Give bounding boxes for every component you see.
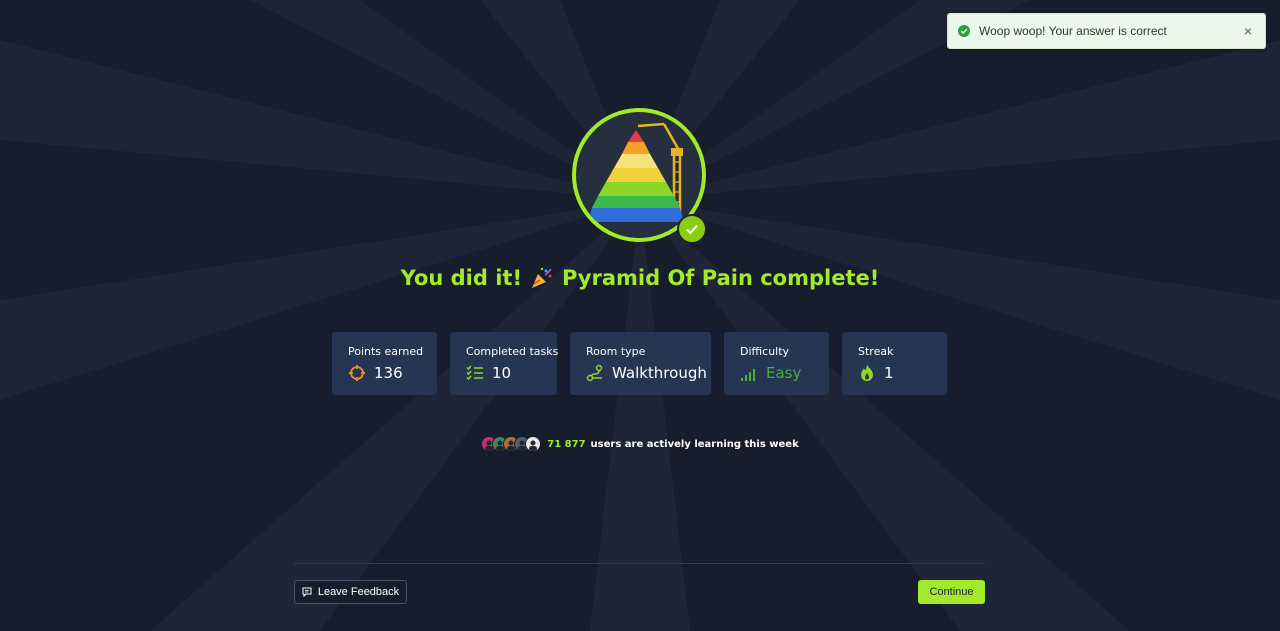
message-icon	[302, 587, 312, 597]
headline-suffix: Pyramid Of Pain complete!	[562, 266, 880, 290]
flame-icon	[858, 364, 876, 382]
complete-check-icon	[677, 214, 707, 244]
toast-message: Woop woop! Your answer is correct	[979, 24, 1167, 38]
stat-value: Walkthrough	[612, 364, 707, 382]
avatar	[525, 436, 542, 452]
signal-bars-icon	[740, 364, 758, 382]
stat-label: Streak	[858, 345, 894, 358]
stat-label: Difficulty	[740, 345, 790, 358]
stat-completed-tasks: Completed tasks 10	[450, 332, 559, 395]
stat-difficulty: Difficulty Easy	[724, 332, 829, 395]
stat-points-earned: Points earned 136	[332, 332, 437, 395]
crosshair-icon	[348, 364, 366, 382]
route-icon	[586, 364, 604, 382]
stat-label: Completed tasks	[466, 345, 559, 358]
stat-value: Easy	[766, 364, 802, 382]
stat-label: Room type	[586, 345, 646, 358]
stat-streak: Streak 1	[842, 332, 947, 395]
stat-value: 10	[492, 364, 512, 382]
active-users-count: 71 877	[547, 438, 586, 450]
checklist-icon	[466, 364, 484, 382]
footer-divider	[294, 563, 985, 564]
avatar-group	[481, 436, 542, 452]
success-toast: Woop woop! Your answer is correct ×	[947, 13, 1266, 49]
headline-prefix: You did it!	[400, 266, 523, 290]
leave-feedback-button[interactable]: Leave Feedback	[294, 580, 407, 604]
stat-value: 1	[884, 364, 894, 382]
party-popper-icon	[530, 266, 554, 290]
continue-button[interactable]: Continue	[918, 580, 985, 604]
stat-label: Points earned	[348, 345, 424, 358]
active-users-text: users are actively learning this week	[590, 438, 799, 450]
room-badge	[572, 108, 708, 244]
close-icon[interactable]: ×	[1241, 23, 1255, 39]
leave-feedback-label: Leave Feedback	[317, 586, 400, 598]
check-circle-icon	[958, 25, 970, 37]
stat-value: 136	[374, 364, 403, 382]
active-users-row: 71 877 users are actively learning this …	[0, 436, 1280, 452]
completion-headline: You did it! Pyramid Of Pain complete!	[0, 266, 1280, 290]
stat-room-type: Room type Walkthrough	[570, 332, 711, 395]
background-rays	[0, 0, 1280, 631]
